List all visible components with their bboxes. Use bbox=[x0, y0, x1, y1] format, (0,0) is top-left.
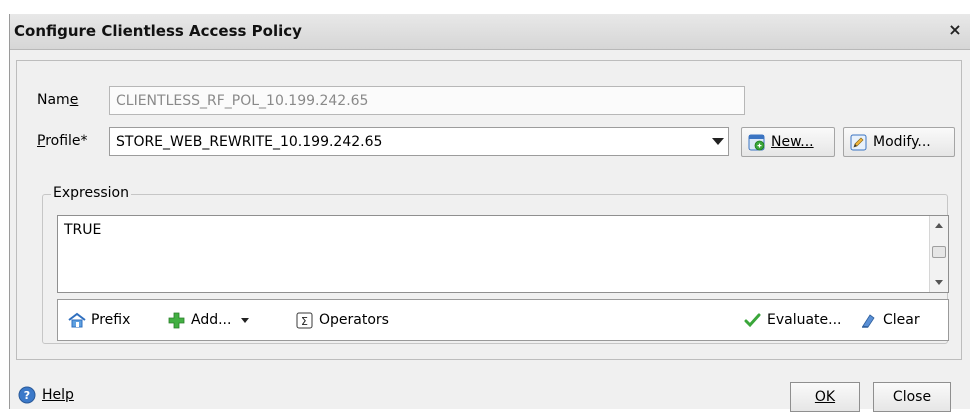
svg-text:Σ: Σ bbox=[301, 315, 308, 328]
expression-toolbar: Prefix Add... Σ Operators Evaluate... Cl… bbox=[57, 299, 949, 341]
dialog-window: Configure Clientless Access Policy × Nam… bbox=[9, 14, 970, 412]
modify-icon bbox=[850, 134, 867, 151]
help-link[interactable]: ? Help bbox=[18, 386, 74, 404]
profile-select[interactable]: STORE_WEB_REWRITE_10.199.242.65 bbox=[109, 127, 729, 156]
add-dropdown-arrow-icon[interactable] bbox=[241, 317, 250, 323]
expression-value: TRUE bbox=[64, 222, 102, 238]
expression-legend: Expression bbox=[51, 185, 131, 201]
profile-select-value: STORE_WEB_REWRITE_10.199.242.65 bbox=[116, 134, 383, 150]
operators-button[interactable]: Σ Operators bbox=[296, 300, 389, 340]
evaluate-label: Evaluate... bbox=[767, 312, 842, 328]
caption-strip bbox=[0, 0, 970, 14]
operators-icon: Σ bbox=[296, 312, 313, 329]
profile-label: Profile* bbox=[37, 133, 88, 149]
prefix-label: Prefix bbox=[91, 312, 131, 328]
prefix-icon bbox=[68, 312, 86, 329]
add-icon bbox=[168, 312, 185, 329]
ok-button[interactable]: OK bbox=[790, 382, 860, 412]
scroll-thumb[interactable] bbox=[932, 246, 946, 258]
add-label: Add... bbox=[191, 312, 232, 328]
new-profile-icon bbox=[748, 134, 765, 151]
add-button[interactable]: Add... bbox=[168, 300, 250, 340]
expression-textarea[interactable]: TRUE bbox=[57, 215, 949, 293]
title-bar: Configure Clientless Access Policy × bbox=[10, 14, 970, 50]
name-field[interactable]: CLIENTLESS_RF_POL_10.199.242.65 bbox=[109, 86, 745, 115]
help-icon: ? bbox=[18, 386, 36, 404]
evaluate-button[interactable]: Evaluate... bbox=[744, 300, 842, 340]
help-label: Help bbox=[42, 387, 74, 403]
ok-label: OK bbox=[814, 389, 836, 405]
new-profile-label: New... bbox=[771, 134, 814, 150]
close-icon[interactable]: × bbox=[946, 20, 964, 40]
expression-group: Expression TRUE Prefix Add... Σ Operator… bbox=[42, 185, 949, 344]
close-button[interactable]: Close bbox=[873, 382, 951, 412]
evaluate-icon bbox=[744, 312, 761, 329]
operators-label: Operators bbox=[319, 312, 389, 328]
svg-text:?: ? bbox=[24, 389, 30, 402]
clear-icon bbox=[860, 312, 877, 329]
dropdown-arrow-icon[interactable] bbox=[712, 138, 724, 145]
scroll-up-arrow-icon[interactable] bbox=[935, 223, 943, 228]
prefix-button[interactable]: Prefix bbox=[68, 300, 130, 340]
scroll-down-arrow-icon[interactable] bbox=[935, 280, 943, 285]
new-profile-button[interactable]: New... bbox=[741, 127, 835, 157]
clear-label: Clear bbox=[883, 312, 920, 328]
close-label: Close bbox=[892, 389, 932, 405]
dialog-title: Configure Clientless Access Policy bbox=[14, 22, 302, 40]
modify-profile-button[interactable]: Modify... bbox=[843, 127, 955, 157]
clear-button[interactable]: Clear bbox=[860, 300, 920, 340]
name-label: Name bbox=[37, 92, 79, 108]
expression-scrollbar[interactable] bbox=[929, 216, 948, 292]
modify-profile-label: Modify... bbox=[873, 134, 931, 150]
